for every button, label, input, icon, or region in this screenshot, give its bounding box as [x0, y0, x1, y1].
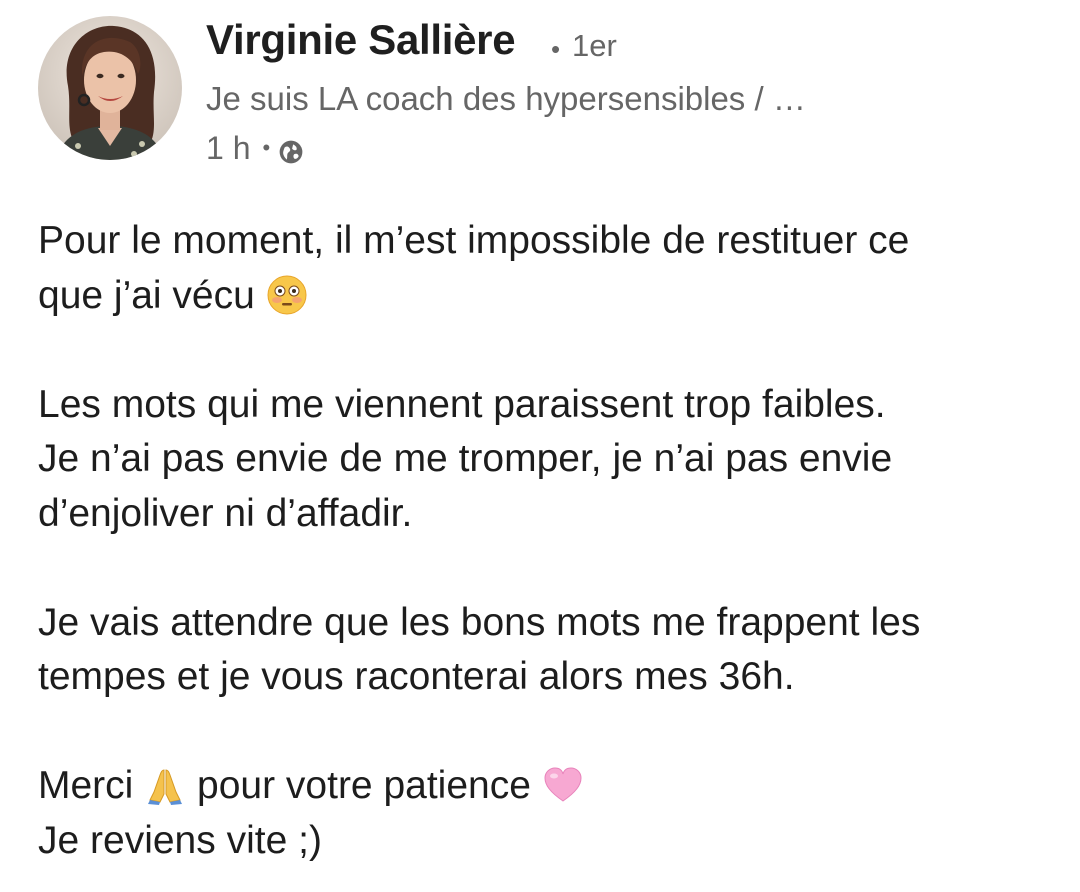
- avatar-photo: [38, 16, 182, 160]
- flushed-face-emoji: [266, 274, 308, 316]
- post-paragraph: Merci pour votre patience Je reviens vit…: [38, 759, 1058, 868]
- text-line: pour votre patience: [197, 764, 531, 807]
- separator-dot: •: [262, 135, 271, 160]
- author-name[interactable]: Virginie Sallière: [206, 16, 516, 64]
- post-paragraph: Les mots qui me viennent paraissent trop…: [38, 378, 1058, 542]
- post-time: 1 h: [206, 129, 251, 166]
- text-line: Les mots qui me viennent paraissent trop…: [38, 382, 886, 426]
- post-meta: 1 h •: [206, 130, 304, 166]
- text-line: Je n’ai pas envie de me tromper, je n’ai…: [38, 437, 893, 480]
- globe-icon: [278, 136, 304, 164]
- author-headline[interactable]: Je suis LA coach des hypersensibles / …: [206, 80, 806, 118]
- feed-post: Virginie Sallière • 1er Je suis LA coach…: [0, 0, 1080, 892]
- connection-degree: 1er: [572, 28, 617, 63]
- text-line: d’enjoliver ni d’affadir.: [38, 491, 413, 535]
- author-avatar[interactable]: [38, 16, 182, 160]
- post-paragraph: Pour le moment, il m’est impossible de r…: [38, 214, 1058, 323]
- text-line: que j’ai vécu: [38, 273, 255, 317]
- text-line: Pour le moment, il m’est impossible de r…: [38, 219, 910, 262]
- post-body: Pour le moment, il m’est impossible de r…: [38, 214, 1058, 868]
- pink-heart-emoji: [542, 764, 584, 806]
- text-line: Je reviens vite ;): [38, 818, 322, 862]
- separator-dot: •: [551, 34, 561, 64]
- text-line: tempes et je vous raconterai alors mes 3…: [38, 655, 795, 698]
- post-paragraph: Je vais attendre que les bons mots me fr…: [38, 596, 1058, 705]
- text-line: Je vais attendre que les bons mots me fr…: [38, 600, 921, 644]
- text-line: Merci: [38, 764, 134, 807]
- folded-hands-emoji: [144, 764, 186, 806]
